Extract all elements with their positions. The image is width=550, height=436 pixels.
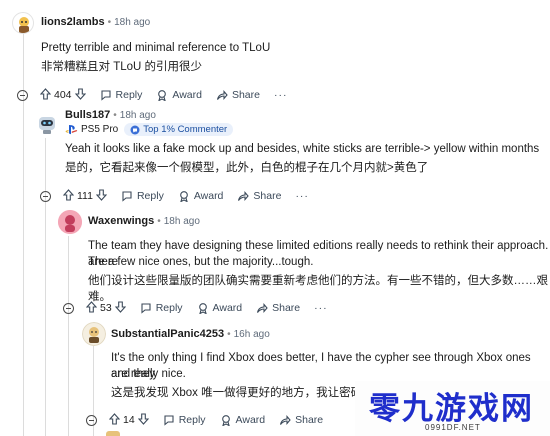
avatar[interactable] [12, 12, 34, 34]
comment-header: SubstantialPanic4253 • 16h ago [111, 328, 270, 340]
user-flair-row: PS5 Pro Top 1% Commenter [65, 123, 234, 136]
comment-actions: 111 Reply Award Share ··· [40, 187, 309, 205]
comment-text-line-2: are a few nice ones, but the majority...… [88, 256, 314, 268]
share-label: Share [253, 190, 282, 202]
username[interactable]: SubstantialPanic4253 [111, 328, 224, 340]
share-icon [238, 191, 250, 201]
share-button[interactable]: Share [256, 302, 300, 314]
award-icon [158, 90, 167, 101]
award-label: Award [212, 302, 243, 314]
downvote-icon[interactable] [137, 412, 149, 428]
timestamp: 18h ago [114, 17, 151, 28]
thread-line [68, 236, 69, 436]
upvote-icon[interactable] [39, 87, 52, 103]
award-button[interactable]: Award [220, 414, 266, 426]
share-label: Share [295, 414, 324, 426]
comment-header: Waxenwings • 18h ago [88, 215, 200, 227]
comment-text-translation: 非常糟糕且对 TLoU 的引用很少 [41, 61, 203, 73]
playstation-icon [65, 125, 78, 135]
downvote-icon[interactable] [114, 300, 126, 316]
comment-text: Yeah it looks like a fake mock up and be… [65, 143, 540, 155]
upvote-icon[interactable] [108, 412, 121, 428]
reply-button[interactable]: Reply [100, 89, 143, 101]
thread-line [45, 138, 46, 436]
separator-dot: • [227, 329, 231, 340]
separator-dot: • [113, 110, 117, 121]
reply-label: Reply [178, 414, 206, 426]
comment-header: Bulls187 • 18h ago [65, 109, 156, 121]
collapse-button[interactable] [86, 414, 97, 426]
share-button[interactable]: Share [279, 414, 323, 426]
share-icon [280, 415, 291, 425]
downvote-icon[interactable] [95, 188, 108, 204]
vote-score: 404 [54, 89, 72, 101]
award-label: Award [172, 89, 202, 101]
award-icon [221, 415, 230, 426]
comment-header: lions2lambs • 18h ago [41, 16, 150, 28]
timestamp: 18h ago [163, 216, 200, 227]
comment-text-translation: 这是我发现 Xbox 唯一做得更好的地方，我让密码看穿 [111, 387, 386, 399]
vote-score: 111 [77, 190, 93, 202]
timestamp: 16h ago [233, 329, 270, 340]
more-options-icon[interactable]: ··· [295, 190, 309, 202]
share-icon [216, 90, 228, 100]
commenter-badge-icon [130, 125, 140, 134]
reply-label: Reply [115, 89, 143, 101]
reply-icon [164, 415, 174, 426]
watermark: 零九游戏网 0991DF.NET [355, 381, 550, 436]
reply-button[interactable]: Reply [140, 302, 183, 314]
status-badge: Top 1% Commenter [124, 123, 234, 136]
watermark-url: 0991DF.NET [425, 423, 481, 432]
more-options-icon[interactable]: ··· [274, 89, 288, 101]
share-button[interactable]: Share [237, 190, 281, 202]
reply-icon [141, 303, 151, 314]
reply-button[interactable]: Reply [163, 414, 206, 426]
comment-actions: 14 Reply Award Share [86, 411, 337, 429]
reply-icon [100, 90, 111, 101]
collapse-button[interactable] [63, 302, 74, 314]
comment-actions: 404 Reply Award Share ··· [17, 86, 288, 104]
upvote-icon[interactable] [62, 188, 75, 204]
separator-dot: • [157, 216, 161, 227]
avatar[interactable] [35, 112, 59, 136]
avatar[interactable] [82, 322, 106, 346]
reply-button[interactable]: Reply [121, 190, 164, 202]
comment-text-translation: 是的，它看起来像一个假模型，此外，白色的棍子在几个月内就>黄色了 [65, 162, 429, 174]
award-icon [198, 303, 207, 314]
next-reply-avatar-edge [106, 431, 120, 436]
downvote-icon[interactable] [74, 87, 86, 103]
reply-label: Reply [136, 190, 164, 202]
award-label: Award [235, 414, 266, 426]
share-button[interactable]: Share [216, 89, 260, 101]
username[interactable]: Bulls187 [65, 109, 110, 121]
vote-score: 53 [100, 302, 112, 314]
username[interactable]: lions2lambs [41, 16, 105, 28]
vote-score: 14 [123, 414, 135, 426]
comment-actions: 53 Reply Award Share ··· [63, 299, 328, 317]
comment-text: Pretty terrible and minimal reference to… [41, 42, 271, 54]
share-label: Share [272, 302, 301, 314]
status-badge-label: Top 1% Commenter [143, 124, 228, 135]
user-flair-label: PS5 Pro [81, 124, 119, 135]
collapse-button[interactable] [40, 190, 51, 202]
reply-label: Reply [155, 302, 183, 314]
reply-icon [122, 191, 132, 202]
share-icon [257, 303, 268, 313]
user-flair: PS5 Pro [65, 124, 118, 135]
share-label: Share [231, 89, 260, 101]
watermark-logo: 零九游戏网 [369, 391, 534, 427]
separator-dot: • [107, 17, 112, 28]
award-icon [179, 191, 188, 202]
award-button[interactable]: Award [197, 302, 243, 314]
award-button[interactable]: Award [178, 190, 224, 202]
more-options-icon[interactable]: ··· [314, 302, 328, 314]
upvote-icon[interactable] [85, 300, 98, 316]
timestamp: 18h ago [119, 110, 156, 121]
username[interactable]: Waxenwings [88, 215, 154, 227]
comment-text-line-2: are really nice. [111, 368, 186, 380]
collapse-button[interactable] [17, 89, 28, 101]
award-button[interactable]: Award [156, 89, 202, 101]
avatar[interactable] [58, 210, 82, 234]
award-label: Award [193, 190, 224, 202]
